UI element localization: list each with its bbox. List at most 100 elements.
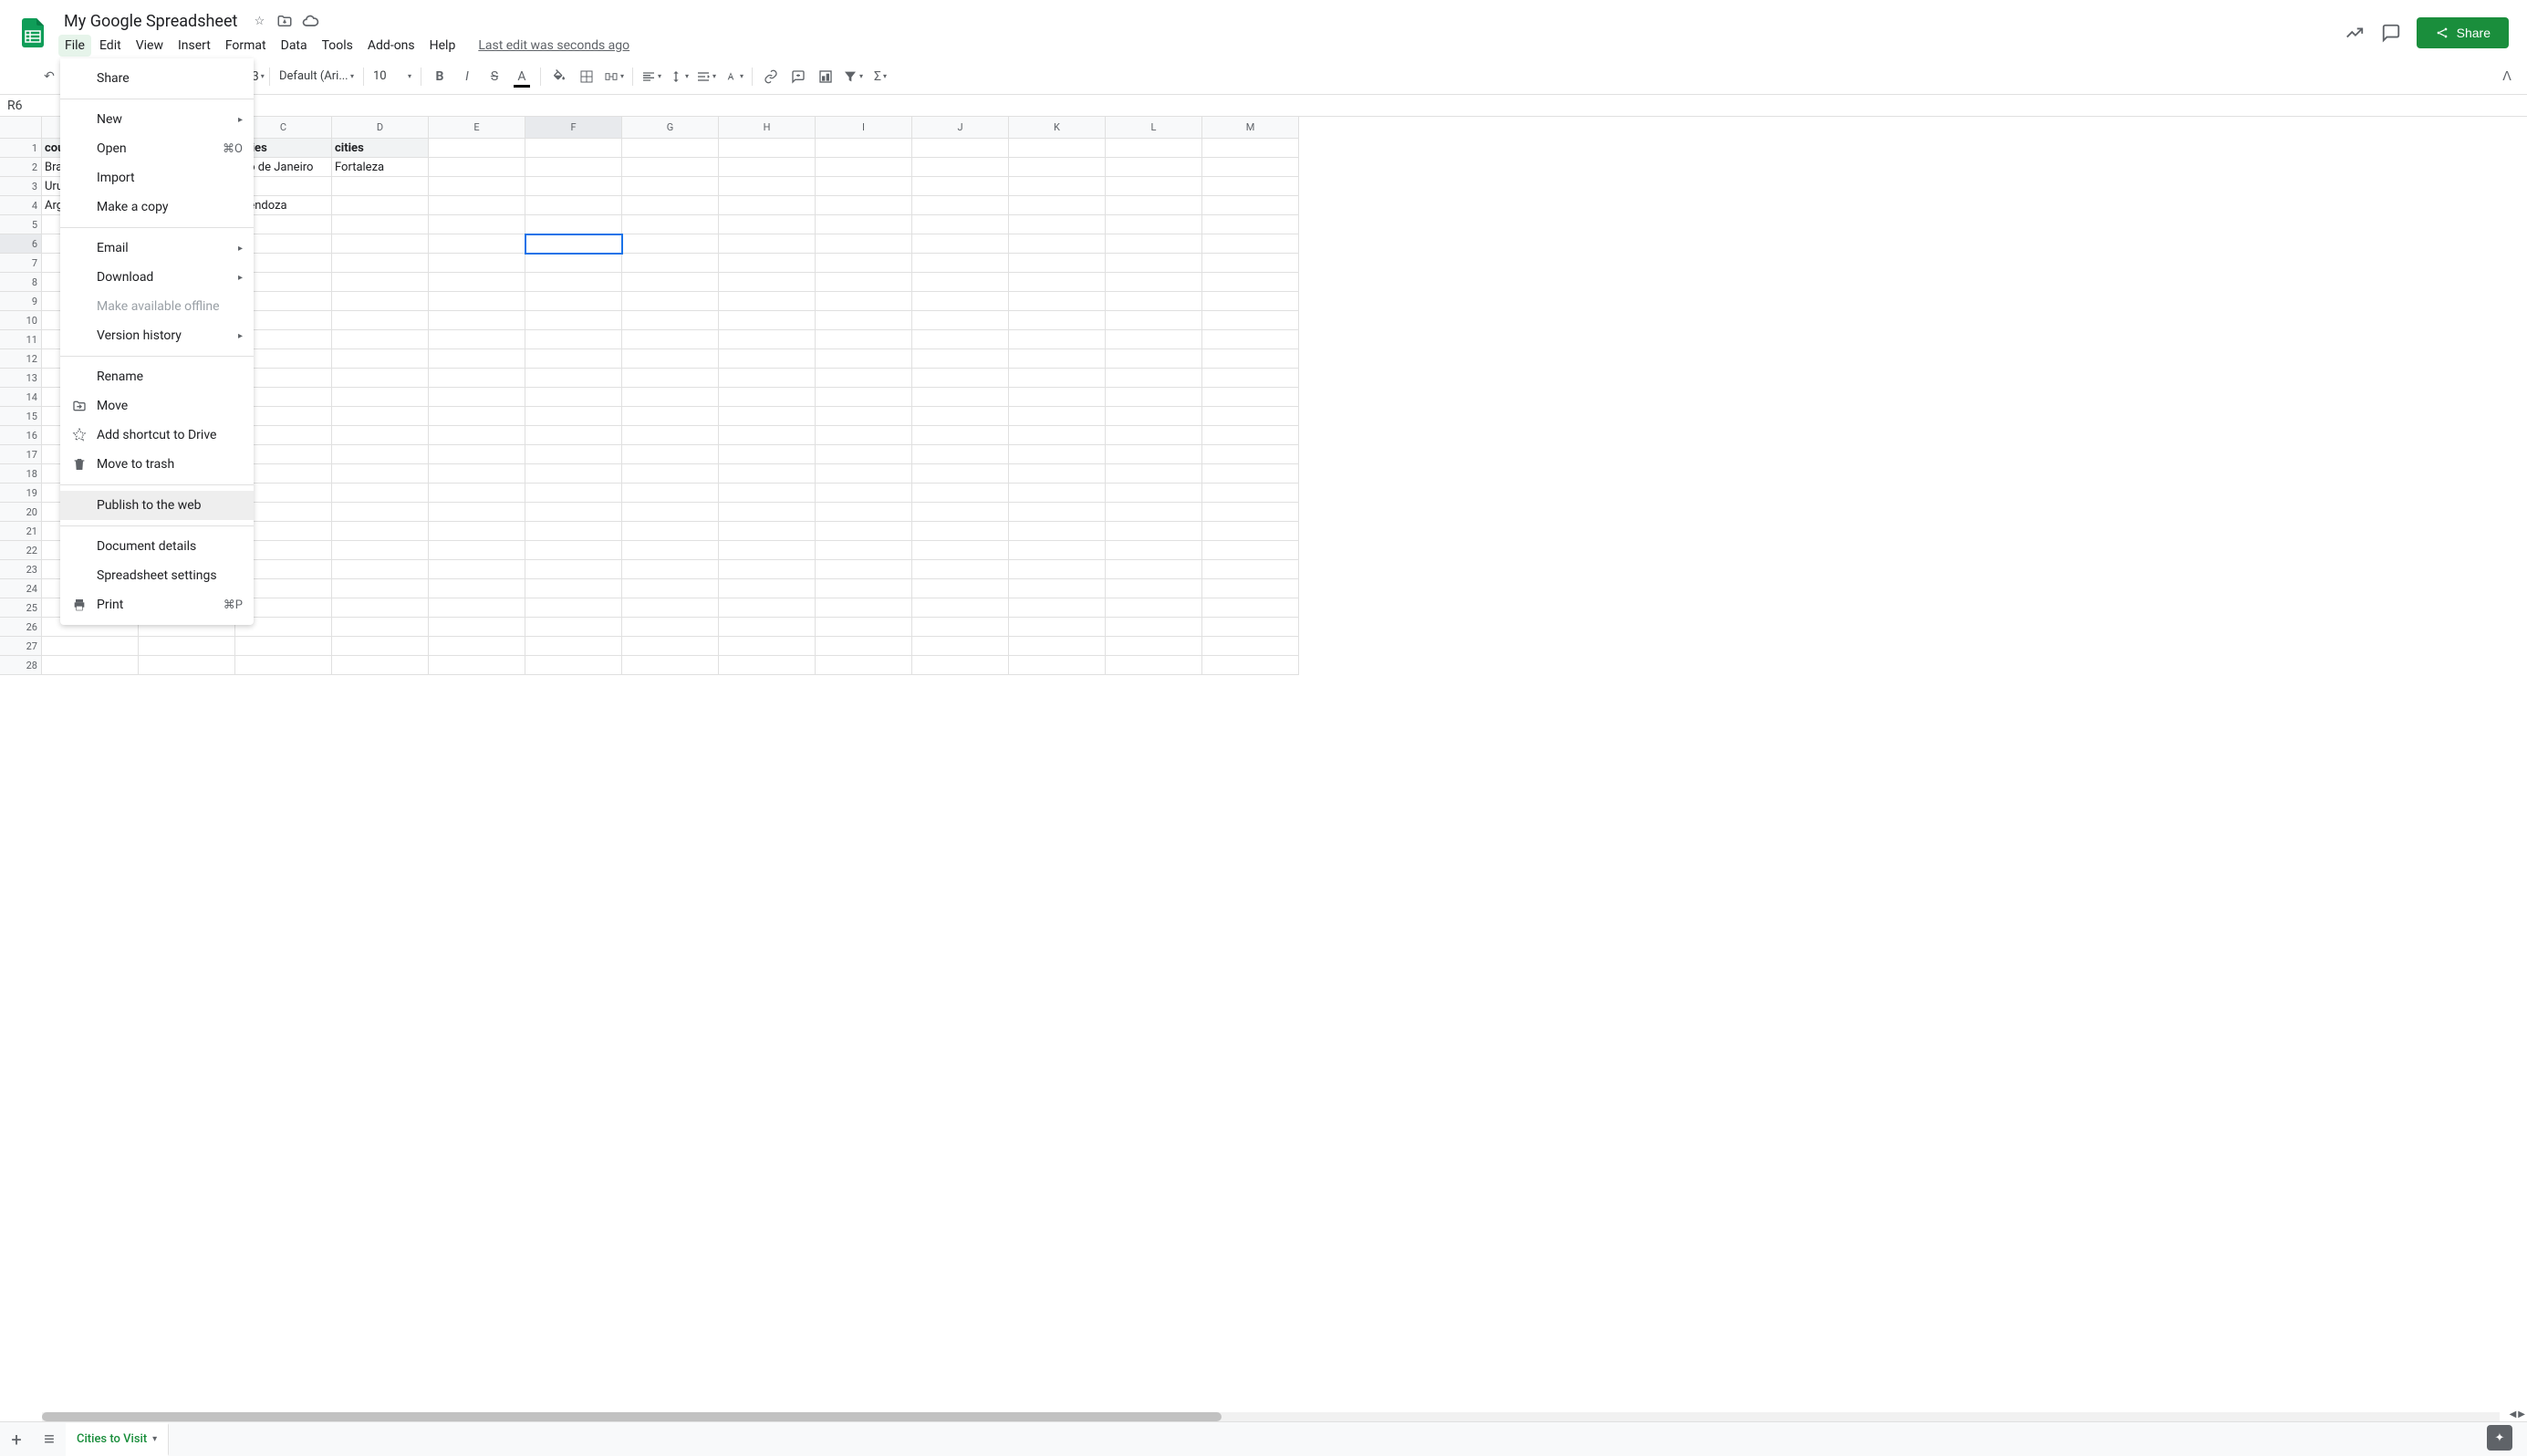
menu-tools[interactable]: Tools <box>316 35 359 57</box>
cell[interactable] <box>332 330 429 349</box>
cell[interactable] <box>525 656 622 675</box>
cell[interactable] <box>622 484 719 503</box>
cell[interactable] <box>1106 522 1202 541</box>
cell[interactable] <box>816 484 912 503</box>
cell[interactable] <box>1202 158 1299 177</box>
insert-link-button[interactable] <box>758 64 784 89</box>
text-rotation-button[interactable]: ▾ <box>721 64 746 89</box>
strikethrough-button[interactable]: S <box>482 64 507 89</box>
cell[interactable] <box>622 369 719 388</box>
row-header[interactable]: 28 <box>0 656 42 675</box>
file-menu-item[interactable]: Spreadsheet settings <box>60 561 254 590</box>
cell[interactable] <box>1106 541 1202 560</box>
cell[interactable] <box>332 311 429 330</box>
cell[interactable] <box>332 254 429 273</box>
cell[interactable] <box>622 579 719 598</box>
star-icon[interactable]: ☆ <box>250 12 268 30</box>
cell[interactable] <box>525 579 622 598</box>
cell[interactable] <box>525 560 622 579</box>
cell[interactable] <box>1202 560 1299 579</box>
cell[interactable] <box>1009 541 1106 560</box>
cell[interactable] <box>1202 426 1299 445</box>
text-color-button[interactable]: A <box>509 64 535 89</box>
cell[interactable] <box>429 388 525 407</box>
cell[interactable] <box>622 311 719 330</box>
cell[interactable] <box>429 292 525 311</box>
cell[interactable] <box>719 407 816 426</box>
cell[interactable] <box>525 330 622 349</box>
row-header[interactable]: 15 <box>0 407 42 426</box>
cell[interactable] <box>816 388 912 407</box>
cell[interactable] <box>1106 369 1202 388</box>
borders-button[interactable] <box>574 64 599 89</box>
cell[interactable] <box>1106 139 1202 158</box>
cell[interactable] <box>1009 407 1106 426</box>
cell[interactable] <box>912 618 1009 637</box>
row-header[interactable]: 1 <box>0 139 42 158</box>
insert-chart-button[interactable] <box>813 64 838 89</box>
cell[interactable] <box>1106 560 1202 579</box>
cell[interactable] <box>816 560 912 579</box>
cell[interactable] <box>1009 484 1106 503</box>
cell[interactable] <box>1202 464 1299 484</box>
cell[interactable] <box>1009 369 1106 388</box>
cell[interactable] <box>525 484 622 503</box>
cell[interactable] <box>1106 234 1202 254</box>
cell[interactable] <box>816 637 912 656</box>
cell[interactable] <box>622 196 719 215</box>
cell[interactable] <box>719 598 816 618</box>
cell[interactable] <box>1009 388 1106 407</box>
row-header[interactable]: 25 <box>0 598 42 618</box>
cell[interactable] <box>235 637 332 656</box>
cell[interactable] <box>622 158 719 177</box>
cell[interactable] <box>912 215 1009 234</box>
row-header[interactable]: 6 <box>0 234 42 254</box>
cell[interactable] <box>816 522 912 541</box>
cell[interactable] <box>912 388 1009 407</box>
row-header[interactable]: 16 <box>0 426 42 445</box>
cell[interactable] <box>139 637 235 656</box>
col-header[interactable]: I <box>816 117 912 139</box>
cell[interactable] <box>1202 598 1299 618</box>
cell[interactable] <box>1106 215 1202 234</box>
cell[interactable] <box>719 522 816 541</box>
cell[interactable] <box>429 503 525 522</box>
cell[interactable] <box>1202 541 1299 560</box>
cell[interactable] <box>1202 388 1299 407</box>
cell[interactable] <box>912 464 1009 484</box>
cell[interactable] <box>1106 388 1202 407</box>
cell[interactable] <box>719 369 816 388</box>
cell[interactable] <box>622 388 719 407</box>
cell[interactable] <box>429 349 525 369</box>
cell[interactable] <box>332 215 429 234</box>
cell[interactable] <box>332 618 429 637</box>
cell[interactable] <box>1106 273 1202 292</box>
cell[interactable] <box>235 656 332 675</box>
cell[interactable] <box>719 215 816 234</box>
cell[interactable] <box>816 656 912 675</box>
cell[interactable] <box>1202 369 1299 388</box>
row-header[interactable]: 24 <box>0 579 42 598</box>
cell[interactable] <box>429 311 525 330</box>
cell[interactable] <box>719 618 816 637</box>
text-wrap-button[interactable]: ▾ <box>693 64 719 89</box>
file-menu-item[interactable]: New▸ <box>60 105 254 134</box>
cell[interactable] <box>1202 254 1299 273</box>
cell[interactable] <box>332 541 429 560</box>
cell[interactable] <box>429 464 525 484</box>
cell[interactable] <box>429 215 525 234</box>
cell[interactable] <box>1106 579 1202 598</box>
cell[interactable] <box>1009 158 1106 177</box>
v-align-button[interactable]: ▾ <box>666 64 692 89</box>
cell[interactable] <box>912 598 1009 618</box>
file-menu-item[interactable]: Publish to the web <box>60 491 254 520</box>
cell[interactable] <box>1106 292 1202 311</box>
menu-file[interactable]: File <box>58 35 91 57</box>
cell[interactable] <box>1202 579 1299 598</box>
cell[interactable] <box>912 158 1009 177</box>
cell[interactable] <box>622 349 719 369</box>
cell[interactable] <box>525 522 622 541</box>
bold-button[interactable]: B <box>427 64 452 89</box>
cell[interactable] <box>1106 330 1202 349</box>
cell[interactable] <box>332 656 429 675</box>
